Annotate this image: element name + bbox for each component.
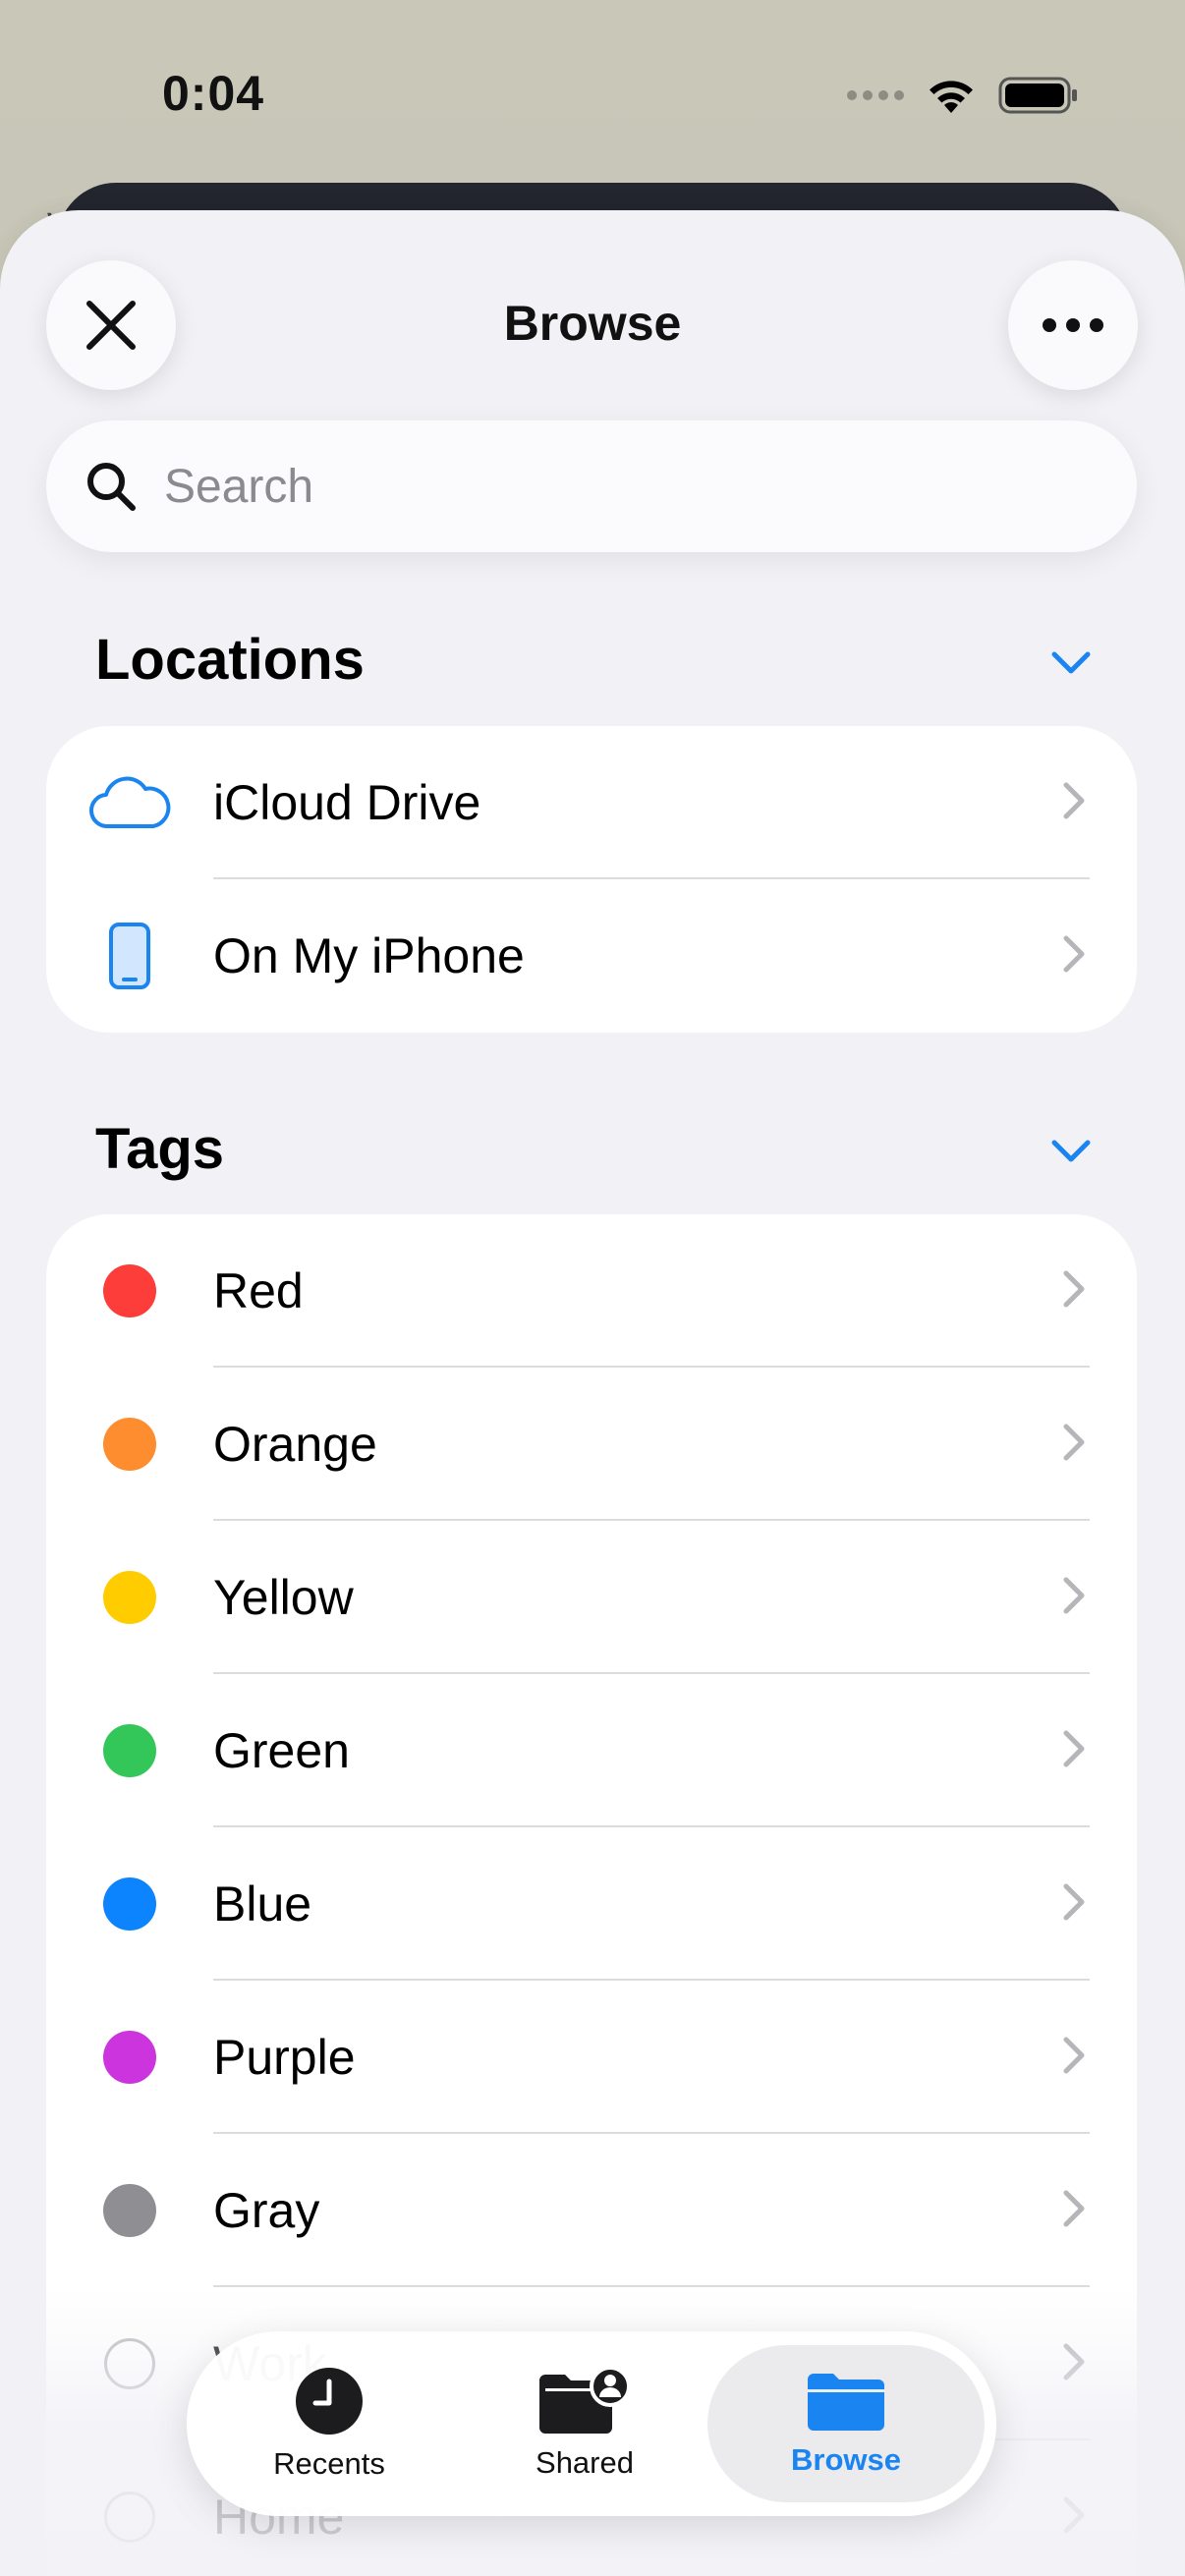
tag-label: Red xyxy=(213,1263,304,1318)
tag-color-dot-icon xyxy=(103,1264,156,1317)
tag-color-dot-icon xyxy=(103,1877,156,1931)
shared-folder-icon xyxy=(539,2367,631,2434)
tag-item-green[interactable]: Green xyxy=(46,1674,1137,1827)
tab-shared[interactable]: Shared xyxy=(491,2331,678,2516)
search-placeholder: Search xyxy=(164,460,314,513)
chevron-right-icon xyxy=(1063,1730,1085,1767)
chevron-right-icon xyxy=(1063,2190,1085,2227)
clock-icon xyxy=(296,2368,363,2435)
wifi-icon xyxy=(930,81,973,113)
location-label: On My iPhone xyxy=(213,928,525,983)
more-button[interactable] xyxy=(1008,260,1138,390)
chevron-right-icon xyxy=(1063,1424,1085,1461)
tab-bar: Recents Shared Browse xyxy=(187,2331,996,2516)
chevron-right-icon xyxy=(1063,1270,1085,1308)
tag-label: Orange xyxy=(213,1417,377,1472)
chevron-right-icon xyxy=(1063,1577,1085,1614)
tag-color-dot-icon xyxy=(103,1418,156,1471)
tag-item-orange[interactable]: Orange xyxy=(46,1368,1137,1521)
tag-item-yellow[interactable]: Yellow xyxy=(46,1521,1137,1674)
screen: 0:04 W Browse Search Locati xyxy=(0,0,1185,2576)
tag-color-dot-icon xyxy=(104,2338,155,2389)
icloud-icon xyxy=(89,776,171,829)
chevron-right-icon xyxy=(1063,2496,1085,2534)
tab-recents[interactable]: Recents xyxy=(236,2331,423,2516)
chevron-right-icon xyxy=(1063,935,1085,973)
tag-color-dot-icon xyxy=(104,2492,155,2543)
tag-color-dot-icon xyxy=(103,1571,156,1624)
chevron-right-icon xyxy=(1063,2343,1085,2380)
tab-label: Browse xyxy=(791,2442,901,2477)
status-time: 0:04 xyxy=(162,66,265,121)
tag-color-dot-icon xyxy=(103,2184,156,2237)
tag-label: Gray xyxy=(213,2183,320,2238)
tags-collapse-chevron-icon[interactable] xyxy=(1049,1137,1093,1166)
tab-label: Recents xyxy=(273,2446,385,2481)
folder-icon xyxy=(808,2374,884,2431)
tag-color-dot-icon xyxy=(103,1724,156,1777)
tag-label: Yellow xyxy=(213,1570,354,1625)
signal-dots-icon xyxy=(847,90,904,100)
location-item-on-my-iphone[interactable]: On My iPhone xyxy=(46,879,1137,1033)
tab-browse[interactable]: Browse xyxy=(707,2345,985,2502)
tag-item-purple[interactable]: Purple xyxy=(46,1981,1137,2134)
tag-color-dot-icon xyxy=(103,2031,156,2084)
locations-header: Locations xyxy=(95,628,365,692)
tag-item-red[interactable]: Red xyxy=(46,1214,1137,1368)
locations-collapse-chevron-icon[interactable] xyxy=(1049,648,1093,678)
location-item-icloud-drive[interactable]: iCloud Drive xyxy=(46,726,1137,879)
tag-label: Blue xyxy=(213,1876,312,1932)
tag-label: Purple xyxy=(213,2030,356,2085)
tag-label: Green xyxy=(213,1723,350,1778)
chevron-right-icon xyxy=(1063,2037,1085,2074)
location-label: iCloud Drive xyxy=(213,775,481,830)
search-icon xyxy=(87,463,136,511)
chevron-right-icon xyxy=(1063,782,1085,819)
tag-item-gray[interactable]: Gray xyxy=(46,2134,1137,2287)
status-icons xyxy=(847,71,1079,120)
iphone-icon xyxy=(109,923,150,989)
search-field[interactable]: Search xyxy=(46,420,1137,552)
tag-item-blue[interactable]: Blue xyxy=(46,1827,1137,1981)
battery-icon xyxy=(998,77,1077,114)
more-icon xyxy=(1043,318,1103,332)
tags-header: Tags xyxy=(95,1117,225,1181)
chevron-right-icon xyxy=(1063,1883,1085,1921)
locations-list: iCloud Drive On My iPhone xyxy=(46,726,1137,1033)
tab-label: Shared xyxy=(536,2445,634,2480)
